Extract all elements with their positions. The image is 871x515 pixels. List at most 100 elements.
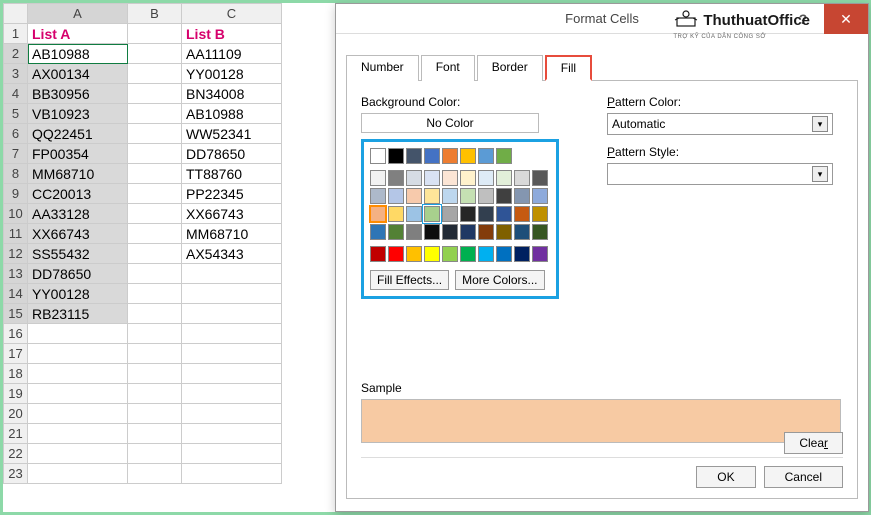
color-swatch[interactable] — [532, 206, 548, 222]
cell[interactable] — [128, 364, 182, 384]
color-swatch[interactable] — [532, 170, 548, 186]
color-swatch[interactable] — [532, 188, 548, 204]
tab-font[interactable]: Font — [421, 55, 475, 81]
cell[interactable]: RB23115 — [28, 304, 128, 324]
col-header-C[interactable]: C — [182, 4, 282, 24]
color-swatch[interactable] — [478, 206, 494, 222]
cell[interactable] — [128, 144, 182, 164]
cell[interactable]: XX66743 — [28, 224, 128, 244]
cell[interactable] — [28, 324, 128, 344]
pattern-color-combo[interactable]: Automatic ▾ — [607, 113, 833, 135]
color-swatch[interactable] — [496, 170, 512, 186]
cell[interactable] — [128, 24, 182, 44]
color-swatch[interactable] — [370, 224, 386, 240]
color-swatch[interactable] — [442, 206, 458, 222]
cell[interactable]: TT88760 — [182, 164, 282, 184]
pattern-style-combo[interactable]: ▾ — [607, 163, 833, 185]
color-swatch[interactable] — [496, 188, 512, 204]
cell[interactable]: BB30956 — [28, 84, 128, 104]
col-header-A[interactable]: A — [28, 4, 128, 24]
color-swatch[interactable] — [406, 246, 422, 262]
cell[interactable] — [182, 384, 282, 404]
row-header[interactable]: 7 — [4, 144, 28, 164]
row-header[interactable]: 16 — [4, 324, 28, 344]
color-swatch[interactable] — [388, 188, 404, 204]
color-swatch[interactable] — [532, 246, 548, 262]
color-swatch[interactable] — [424, 224, 440, 240]
cell[interactable] — [128, 204, 182, 224]
cell[interactable]: QQ22451 — [28, 124, 128, 144]
color-swatch[interactable] — [424, 206, 440, 222]
color-swatch[interactable] — [406, 188, 422, 204]
row-header[interactable]: 6 — [4, 124, 28, 144]
color-swatch[interactable] — [532, 224, 548, 240]
color-swatch[interactable] — [460, 224, 476, 240]
row-header[interactable]: 20 — [4, 404, 28, 424]
row-header[interactable]: 9 — [4, 184, 28, 204]
color-swatch[interactable] — [478, 148, 494, 164]
cell[interactable]: AB10988 — [28, 44, 128, 64]
cell[interactable] — [128, 164, 182, 184]
cell[interactable] — [28, 384, 128, 404]
col-header-B[interactable]: B — [128, 4, 182, 24]
cell[interactable]: AX00134 — [28, 64, 128, 84]
cell[interactable]: SS55432 — [28, 244, 128, 264]
row-header[interactable]: 22 — [4, 444, 28, 464]
color-swatch[interactable] — [514, 246, 530, 262]
select-all-corner[interactable] — [4, 4, 28, 24]
color-swatch[interactable] — [388, 148, 404, 164]
cell[interactable] — [128, 104, 182, 124]
cell[interactable] — [128, 304, 182, 324]
color-swatch[interactable] — [460, 246, 476, 262]
row-header[interactable]: 13 — [4, 264, 28, 284]
color-swatch[interactable] — [388, 170, 404, 186]
color-swatch[interactable] — [388, 246, 404, 262]
cell[interactable] — [128, 424, 182, 444]
row-header[interactable]: 15 — [4, 304, 28, 324]
cell[interactable]: YY00128 — [28, 284, 128, 304]
clear-button[interactable]: Clear — [784, 432, 843, 454]
color-swatch[interactable] — [478, 224, 494, 240]
color-swatch[interactable] — [442, 148, 458, 164]
cell[interactable] — [128, 464, 182, 484]
cell[interactable] — [128, 124, 182, 144]
row-header[interactable]: 19 — [4, 384, 28, 404]
cell[interactable] — [28, 344, 128, 364]
cell[interactable]: AX54343 — [182, 244, 282, 264]
cell[interactable] — [28, 364, 128, 384]
cell[interactable] — [128, 444, 182, 464]
cell[interactable]: AA33128 — [28, 204, 128, 224]
row-header[interactable]: 5 — [4, 104, 28, 124]
cell[interactable] — [128, 184, 182, 204]
color-swatch[interactable] — [370, 148, 386, 164]
cell[interactable]: XX66743 — [182, 204, 282, 224]
color-swatch[interactable] — [442, 246, 458, 262]
cell[interactable]: AB10988 — [182, 104, 282, 124]
cell[interactable]: YY00128 — [182, 64, 282, 84]
cell[interactable] — [182, 324, 282, 344]
color-swatch[interactable] — [388, 224, 404, 240]
row-header[interactable]: 2 — [4, 44, 28, 64]
tab-fill[interactable]: Fill — [545, 55, 592, 81]
row-header[interactable]: 12 — [4, 244, 28, 264]
row-header[interactable]: 17 — [4, 344, 28, 364]
cell[interactable] — [28, 444, 128, 464]
cell[interactable]: DD78650 — [182, 144, 282, 164]
fill-effects-button[interactable]: Fill Effects... — [370, 270, 449, 290]
color-swatch[interactable] — [442, 224, 458, 240]
cell[interactable] — [182, 364, 282, 384]
color-swatch[interactable] — [496, 246, 512, 262]
color-swatch[interactable] — [460, 170, 476, 186]
cell[interactable] — [28, 464, 128, 484]
ok-button[interactable]: OK — [696, 466, 755, 488]
color-swatch[interactable] — [370, 170, 386, 186]
no-color-button[interactable]: No Color — [361, 113, 539, 133]
row-header[interactable]: 14 — [4, 284, 28, 304]
color-swatch[interactable] — [496, 224, 512, 240]
color-swatch[interactable] — [460, 148, 476, 164]
close-button[interactable]: ✕ — [824, 4, 868, 34]
color-swatch[interactable] — [496, 148, 512, 164]
cell[interactable]: BN34008 — [182, 84, 282, 104]
cell[interactable]: WW52341 — [182, 124, 282, 144]
cell[interactable] — [128, 264, 182, 284]
